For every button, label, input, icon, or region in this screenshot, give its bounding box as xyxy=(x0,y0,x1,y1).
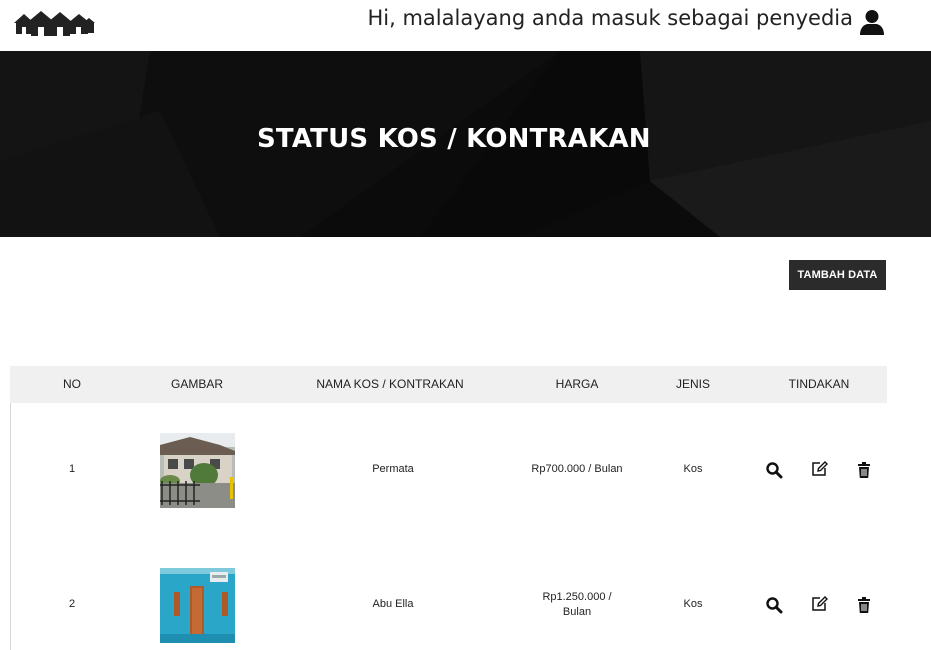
search-icon[interactable] xyxy=(765,596,783,614)
houses-logo-icon[interactable] xyxy=(13,9,95,37)
column-header-actions: TINDAKAN xyxy=(788,377,850,391)
trash-icon[interactable] xyxy=(855,596,873,614)
greeting-text: Hi, malalayang anda masuk sebagai penyed… xyxy=(367,6,854,30)
kos-name: Permata xyxy=(372,463,414,475)
page-title: STATUS KOS / KONTRAKAN xyxy=(257,124,651,154)
search-icon[interactable] xyxy=(765,461,783,479)
column-header-image: GAMBAR xyxy=(170,377,223,391)
table-header: NO GAMBAR NAMA KOS / KONTRAKAN HARGA JEN… xyxy=(10,366,887,403)
kos-photo[interactable] xyxy=(160,433,235,508)
edit-icon[interactable] xyxy=(810,460,828,478)
add-data-button[interactable]: TAMBAH DATA xyxy=(789,260,886,290)
hero-banner: STATUS KOS / KONTRAKAN xyxy=(0,51,931,237)
kos-price-line-2: Bulan xyxy=(562,606,592,618)
kos-price-line-1: Rp1.250.000 / xyxy=(542,591,612,603)
kos-type: Kos xyxy=(683,463,703,475)
column-header-price: HARGA xyxy=(555,377,599,391)
kos-photo[interactable] xyxy=(160,568,235,643)
column-header-type: JENIS xyxy=(675,377,710,391)
user-icon[interactable] xyxy=(859,9,885,35)
column-header-name: NAMA KOS / KONTRAKAN xyxy=(316,377,464,391)
table-row: 1 Permata Rp700.000 / Bulan Kos xyxy=(10,403,887,538)
edit-icon[interactable] xyxy=(810,595,828,613)
kos-price: Rp700.000 / Bulan xyxy=(531,463,623,475)
trash-icon[interactable] xyxy=(855,461,873,479)
top-bar: Hi, malalayang anda masuk sebagai penyed… xyxy=(0,0,931,50)
table-row: 2 Abu Ella Rp1.250.000 / Bulan Kos xyxy=(10,538,887,650)
kos-price: Rp1.250.000 / Bulan xyxy=(517,590,637,620)
row-number: 1 xyxy=(68,463,76,475)
kos-table: NO GAMBAR NAMA KOS / KONTRAKAN HARGA JEN… xyxy=(10,366,887,650)
kos-name: Abu Ella xyxy=(372,598,414,610)
kos-type: Kos xyxy=(683,598,703,610)
row-number: 2 xyxy=(68,598,76,610)
column-header-no: NO xyxy=(63,377,81,391)
